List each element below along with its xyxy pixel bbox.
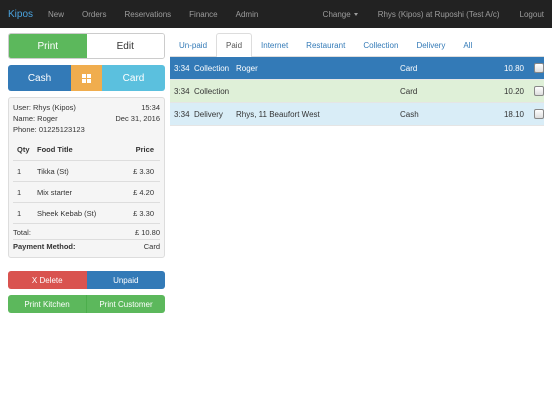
order-filter-tabs: Un-paid Paid Internet Restaurant Collect…	[170, 33, 544, 58]
order-customer: Rhys, 11 Beaufort West	[236, 109, 320, 119]
top-navbar: Kipos New Orders Reservations Finance Ad…	[0, 0, 552, 28]
receipt-time: 15:34	[141, 103, 160, 112]
receipt-user-row: User: Rhys (Kipos) 15:34	[13, 102, 160, 113]
order-amount: 10.20	[503, 86, 524, 96]
item-price: £ 3.30	[133, 166, 154, 176]
receipt-item-row: 1 Tikka (St) £ 3.30	[13, 160, 160, 181]
total-label: Total:	[13, 228, 31, 237]
receipt-item-row: 1 Mix starter £ 4.20	[13, 181, 160, 202]
print-actions-group: Print Kitchen Print Customer	[8, 295, 165, 313]
print-button[interactable]: Print	[9, 34, 87, 58]
user-account-link[interactable]: Rhys (Kipos) at Ruposhi (Test A/c)	[378, 10, 500, 19]
receipt-phone: Phone: 01225123123	[13, 125, 85, 134]
tab-internet[interactable]: Internet	[252, 33, 297, 57]
nav-new[interactable]: New	[48, 10, 64, 19]
item-qty: 1	[17, 187, 22, 197]
delete-button[interactable]: X Delete	[8, 271, 87, 289]
brand-logo[interactable]: Kipos	[8, 9, 48, 20]
item-qty: 1	[17, 166, 22, 176]
order-customer: Roger	[236, 63, 258, 73]
header-price: Price	[135, 145, 154, 154]
order-time: 3:34	[174, 86, 190, 96]
change-dropdown[interactable]: Change	[323, 10, 358, 19]
header-food-title: Food Title	[37, 145, 73, 154]
order-type: Collection	[194, 86, 230, 96]
order-row[interactable]: 3:34 Collection Card 10.20	[170, 80, 544, 103]
receipt-items-table: Qty Food Title Price 1 Tikka (St) £ 3.30…	[13, 139, 160, 223]
tab-unpaid[interactable]: Un-paid	[170, 33, 216, 57]
order-row[interactable]: 3:34 Delivery Rhys, 11 Beaufort West Cas…	[170, 103, 544, 126]
tab-delivery[interactable]: Delivery	[407, 33, 454, 57]
print-kitchen-button[interactable]: Print Kitchen	[8, 295, 86, 313]
order-type: Collection	[194, 63, 230, 73]
order-payment: Card	[400, 63, 418, 73]
total-value: £ 10.80	[134, 228, 160, 237]
receipt-items-header: Qty Food Title Price	[13, 139, 160, 160]
receipt-user: User: Rhys (Kipos)	[13, 103, 76, 112]
unpaid-button[interactable]: Unpaid	[86, 271, 165, 289]
payment-method-label: Payment Method:	[13, 242, 76, 251]
order-row[interactable]: 3:34 Collection Roger Card 10.80	[170, 57, 544, 80]
tab-all[interactable]: All	[454, 33, 481, 57]
receipt: User: Rhys (Kipos) 15:34 Name: Roger Dec…	[8, 97, 165, 258]
caret-down-icon	[353, 12, 358, 16]
change-label: Change	[322, 9, 351, 19]
order-amount: 10.80	[503, 63, 524, 73]
order-checkbox[interactable]	[534, 86, 544, 96]
payment-method-value: Card	[143, 242, 160, 251]
grid-button[interactable]	[71, 65, 102, 91]
item-title: Sheek Kebab (St)	[37, 208, 97, 218]
tab-restaurant[interactable]: Restaurant	[297, 33, 354, 57]
item-qty: 1	[17, 208, 22, 218]
item-title: Tikka (St)	[37, 166, 69, 176]
nav-orders[interactable]: Orders	[82, 10, 106, 19]
order-payment: Cash	[400, 109, 419, 119]
receipt-phone-row: Phone: 01225123123	[13, 124, 160, 135]
edit-button[interactable]: Edit	[86, 34, 164, 58]
payment-method-row: Payment Method: Card	[13, 239, 160, 253]
grid-icon	[82, 73, 91, 83]
receipt-item-row: 1 Sheek Kebab (St) £ 3.30	[13, 202, 160, 223]
receipt-total-row: Total: £ 10.80	[13, 223, 160, 239]
tab-collection[interactable]: Collection	[354, 33, 407, 57]
card-button[interactable]: Card	[102, 65, 165, 91]
order-checkbox[interactable]	[534, 109, 544, 119]
print-customer-button[interactable]: Print Customer	[86, 295, 165, 313]
header-qty: Qty	[17, 145, 30, 154]
nav-reservations[interactable]: Reservations	[124, 10, 171, 19]
order-time: 3:34	[174, 109, 190, 119]
nav-admin[interactable]: Admin	[236, 10, 259, 19]
item-price: £ 4.20	[133, 187, 154, 197]
cash-button[interactable]: Cash	[8, 65, 71, 91]
nav-finance[interactable]: Finance	[189, 10, 217, 19]
order-time: 3:34	[174, 63, 190, 73]
print-edit-toggle: Print Edit	[8, 33, 165, 59]
receipt-date: Dec 31, 2016	[115, 114, 160, 123]
item-title: Mix starter	[37, 187, 73, 197]
receipt-name: Name: Roger	[13, 114, 58, 123]
order-amount: 18.10	[503, 109, 524, 119]
order-checkbox[interactable]	[534, 63, 544, 73]
order-type: Delivery	[194, 109, 223, 119]
orders-list: 3:34 Collection Roger Card 10.80 3:34 Co…	[170, 57, 544, 126]
tab-paid[interactable]: Paid	[216, 33, 253, 58]
receipt-name-row: Name: Roger Dec 31, 2016	[13, 113, 160, 124]
delete-unpaid-group: X Delete Unpaid	[8, 271, 165, 289]
item-price: £ 3.30	[133, 208, 154, 218]
payment-buttons: Cash Card	[8, 65, 165, 91]
logout-link[interactable]: Logout	[520, 10, 544, 19]
order-payment: Card	[400, 86, 418, 96]
order-detail-panel: Print Edit Cash Card User: Rhys (Kipos) …	[8, 33, 165, 313]
